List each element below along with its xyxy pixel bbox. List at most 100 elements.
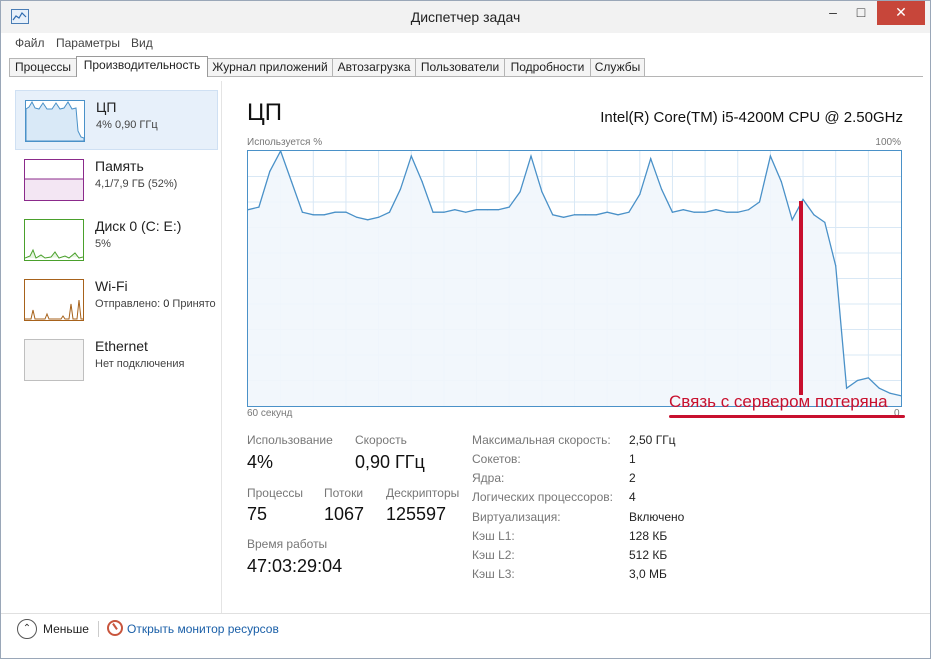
- annotation-marker-line: [799, 201, 803, 395]
- cpu-usage-point: [552, 214, 554, 216]
- footer-divider: [1, 613, 930, 614]
- sidebar-memory-name: Память: [95, 158, 144, 174]
- menu-bar: Файл Параметры Вид: [1, 33, 930, 53]
- cpu-usage-point: [454, 209, 456, 211]
- resource-monitor-icon[interactable]: [107, 620, 123, 636]
- cpu-usage-point: [737, 211, 739, 213]
- close-button[interactable]: ✕: [877, 1, 925, 25]
- cpu-usage-point: [835, 265, 837, 267]
- sidebar-item-ethernet[interactable]: Ethernet Нет подключения: [15, 330, 216, 388]
- cpu-usage-point: [704, 211, 706, 213]
- cpu-usage-point: [530, 155, 532, 157]
- detail-value-max-speed: 2,50 ГГц: [629, 433, 676, 447]
- cpu-usage-point: [780, 181, 782, 183]
- handles-label: Дескрипторы: [386, 486, 460, 500]
- tab-users[interactable]: Пользователи: [415, 58, 505, 76]
- cpu-usage-point: [867, 377, 869, 379]
- cpu-usage-point: [301, 211, 304, 213]
- sidebar-wifi-name: Wi-Fi: [95, 278, 128, 294]
- cpu-usage-point: [650, 158, 652, 160]
- uptime-value: 47:03:29:04: [247, 556, 343, 576]
- cpu-usage-point: [312, 214, 314, 216]
- cpu-usage-point: [693, 211, 695, 213]
- chevron-up-icon[interactable]: ⌃: [17, 619, 37, 639]
- cpu-usage-point: [334, 211, 336, 213]
- cpu-graph-icon: [25, 100, 85, 142]
- tab-startup[interactable]: Автозагрузка: [332, 58, 416, 76]
- fewer-details-button[interactable]: Меньше: [43, 622, 89, 636]
- cpu-usage-chart: [247, 150, 902, 407]
- tab-performance[interactable]: Производительность: [76, 56, 208, 77]
- cpu-usage-point: [682, 209, 684, 211]
- usage-value: 4%: [247, 452, 274, 472]
- tab-app-history[interactable]: Журнал приложений: [207, 58, 333, 76]
- detail-key-l3: Кэш L3:: [472, 567, 515, 581]
- tab-services[interactable]: Службы: [590, 58, 645, 76]
- cpu-usage-point: [290, 181, 293, 183]
- cpu-usage-point: [258, 206, 260, 208]
- annotation-underline: [669, 415, 905, 418]
- detail-value-l3: 3,0 МБ: [629, 567, 667, 581]
- detail-key-virtualization: Виртуализация:: [472, 510, 561, 524]
- menu-view[interactable]: Вид: [131, 36, 153, 50]
- cpu-usage-point: [378, 216, 380, 218]
- chart-x-label: 60 секунд: [247, 408, 293, 419]
- tab-details[interactable]: Подробности: [504, 58, 591, 76]
- sidebar-memory-sub: 4,1/7,9 ГБ (52%): [95, 178, 178, 190]
- chart-y-max-label: 100%: [875, 137, 901, 148]
- usage-label: Использование: [247, 433, 333, 447]
- sidebar-disk-name: Диск 0 (C: E:): [95, 218, 182, 234]
- detail-value-logical: 4: [629, 490, 636, 504]
- cpu-usage-point: [519, 191, 521, 193]
- cpu-usage-point: [486, 209, 489, 211]
- task-manager-window: Диспетчер задач – □ ✕ Файл Параметры Вид…: [0, 0, 931, 659]
- cpu-usage-point: [671, 211, 674, 213]
- maximize-button[interactable]: □: [847, 1, 875, 25]
- cpu-usage-point: [606, 211, 608, 213]
- minimize-button[interactable]: –: [819, 1, 847, 25]
- cpu-usage-point: [824, 221, 826, 223]
- sidebar-item-cpu[interactable]: ЦП 4% 0,90 ГГц: [15, 90, 218, 150]
- cpu-usage-point: [845, 387, 848, 389]
- open-resource-monitor-link[interactable]: Открыть монитор ресурсов: [127, 622, 279, 636]
- sidebar-ethernet-name: Ethernet: [95, 338, 148, 354]
- speed-value: 0,90 ГГц: [355, 452, 425, 472]
- sidebar-item-memory[interactable]: Память 4,1/7,9 ГБ (52%): [15, 150, 216, 208]
- cpu-usage-point: [889, 392, 891, 394]
- sidebar-wifi-sub: Отправлено: 0 Принято: [95, 298, 216, 310]
- sidebar-disk-sub: 5%: [95, 238, 111, 250]
- uptime-label: Время работы: [247, 537, 328, 551]
- cpu-usage-point: [758, 201, 761, 203]
- handles-value: 125597: [386, 504, 447, 524]
- cpu-usage-chart-svg: [248, 151, 901, 406]
- footer-separator: [98, 621, 99, 637]
- cpu-usage-point: [595, 214, 597, 216]
- cpu-usage-point: [443, 211, 445, 213]
- detail-value-l1: 128 КБ: [629, 529, 668, 543]
- title-bar: Диспетчер задач – □ ✕: [1, 1, 930, 33]
- chart-y-label: Используется %: [247, 137, 323, 148]
- cpu-usage-point: [813, 214, 815, 216]
- cpu-usage-point: [617, 214, 619, 216]
- detail-value-sockets: 1: [629, 452, 636, 466]
- cpu-usage-point: [323, 214, 325, 216]
- processes-label: Процессы: [247, 486, 304, 500]
- detail-key-l2: Кэш L2:: [472, 548, 515, 562]
- cpu-usage-point: [541, 191, 543, 193]
- cpu-usage-point: [660, 188, 663, 190]
- sidebar-cpu-sub: 4% 0,90 ГГц: [96, 119, 158, 131]
- disk-graph-icon: [24, 219, 84, 261]
- cpu-usage-point: [726, 211, 728, 213]
- detail-key-sockets: Сокетов:: [472, 452, 521, 466]
- sidebar-item-wifi[interactable]: Wi-Fi Отправлено: 0 Принято: [15, 270, 216, 328]
- cpu-usage-point: [356, 216, 358, 218]
- cpu-usage-point: [802, 198, 804, 201]
- menu-file[interactable]: Файл: [15, 36, 45, 50]
- cpu-usage-point: [791, 219, 793, 221]
- sidebar-cpu-name: ЦП: [96, 99, 117, 115]
- threads-label: Потоки: [324, 486, 364, 500]
- sidebar-item-disk[interactable]: Диск 0 (C: E:) 5%: [15, 210, 216, 268]
- tab-processes[interactable]: Процессы: [9, 58, 77, 76]
- cpu-usage-point: [563, 216, 565, 218]
- menu-options[interactable]: Параметры: [56, 36, 120, 50]
